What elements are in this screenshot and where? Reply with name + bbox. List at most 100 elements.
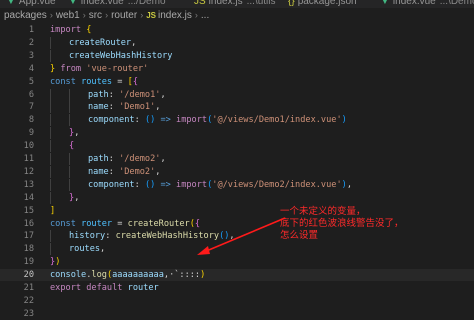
code-text: const routes = [{	[50, 76, 138, 88]
editor-tab-bar: ▼ App.vue ▼ index.vue .../Demo JS index.js ...\…	[0, 0, 474, 8]
code-token: createWebHashHistory	[69, 50, 173, 61]
line-number: 6	[28, 89, 34, 100]
tab-4[interactable]: {} package.json	[288, 0, 361, 8]
code-line[interactable]: 8 component: () => import('@/views/Demo1/…	[0, 114, 474, 127]
code-token: ,	[155, 102, 161, 113]
code-text: component: () => import('@/views/Demo1/i…	[50, 114, 347, 127]
code-line[interactable]: 13 component: () => import('@/views/Demo2…	[0, 178, 474, 191]
code-line[interactable]: 2 createRouter,	[0, 36, 474, 49]
code-line[interactable]: 3 createWebHashHistory	[0, 49, 474, 62]
code-token: :	[108, 166, 120, 177]
code-token: ,	[74, 128, 80, 139]
code-line[interactable]: 21 export default router	[0, 282, 474, 294]
breadcrumb-part[interactable]: src	[89, 10, 102, 21]
code-line[interactable]: 22	[0, 295, 474, 307]
code-token: import	[50, 25, 82, 35]
code-token: )	[55, 257, 61, 268]
line-number: 23	[23, 308, 34, 319]
tab-3[interactable]: JS index.js ...\utils	[194, 0, 275, 8]
code-text: history: createWebHashHistory(),	[50, 230, 235, 243]
code-token: const	[50, 218, 76, 229]
line-number: 15	[23, 205, 34, 216]
code-token: ()	[144, 179, 156, 190]
chevron-right-icon: ›	[105, 10, 109, 20]
code-token: :	[105, 231, 116, 242]
indent-guide	[69, 178, 88, 191]
code-line[interactable]: 6 path: '/demo1',	[0, 88, 474, 101]
breadcrumb-part[interactable]: router	[111, 10, 137, 21]
line-number: 11	[23, 154, 34, 164]
code-editor[interactable]: 1 import {2 createRouter, 3 createWebHashHis…	[0, 23, 474, 320]
code-token: component	[88, 115, 135, 126]
code-line[interactable]: 10 {	[0, 140, 474, 153]
code-line[interactable]: 23	[0, 308, 474, 320]
code-token: import	[176, 115, 208, 126]
tab-2[interactable]: ▼ index.vue .../Demo	[68, 0, 166, 8]
indent-guide	[50, 127, 69, 140]
code-line[interactable]: 11 path: '/demo2',	[0, 153, 474, 165]
code-line[interactable]: 18 routes,	[0, 243, 474, 256]
breadcrumb-part[interactable]: web1	[56, 10, 80, 21]
line-number: 10	[23, 141, 34, 152]
vue-icon: ▼	[380, 0, 390, 7]
line-number: 20	[23, 270, 34, 281]
code-token: {	[69, 141, 75, 152]
tab-1[interactable]: ▼ App.vue	[6, 0, 60, 8]
annotation-line-1: 一个未定义的变量，	[280, 206, 366, 217]
indent-guide	[50, 243, 69, 256]
code-token: path	[88, 154, 109, 164]
code-token: '/demo1'	[119, 89, 161, 100]
code-token: 'Demo1'	[119, 102, 156, 113]
chevron-right-icon: ›	[140, 10, 144, 20]
tab-description: ...\Demo1	[439, 0, 474, 7]
code-line[interactable]: 7 name: 'Demo1',	[0, 101, 474, 114]
code-token: from	[60, 63, 82, 74]
code-text: },	[50, 127, 80, 140]
line-number: 4	[28, 63, 34, 74]
code-text: routes,	[50, 243, 106, 256]
chevron-right-icon: ›	[194, 10, 198, 20]
code-line[interactable]: 1 import {	[0, 24, 474, 36]
line-number: 21	[23, 283, 34, 293]
code-token: createRouter	[127, 218, 190, 229]
code-token: ,	[100, 244, 106, 255]
code-token: :	[134, 179, 145, 190]
line-number: 17	[23, 231, 34, 242]
code-line[interactable]: 9},	[0, 127, 474, 140]
code-token: component	[88, 179, 135, 190]
code-line[interactable]: 20 console.log(aaaaaaaaaa,·`::::)	[0, 269, 474, 282]
breadcrumb-symbol[interactable]: ...	[201, 10, 209, 21]
line-number: 16	[23, 218, 34, 229]
breadcrumb-file[interactable]: index.js	[158, 10, 192, 21]
tab-5[interactable]: ▼index.vue...\Demo1	[380, 0, 474, 8]
code-token: ]	[50, 205, 56, 216]
line-number: 8	[28, 115, 34, 126]
code-token: const	[50, 76, 76, 87]
indent-guide	[50, 49, 69, 62]
code-line[interactable]: 12 name: 'Demo2',	[0, 165, 474, 178]
code-line[interactable]: 14},	[0, 191, 474, 204]
breadcrumb-part[interactable]: packages	[4, 10, 47, 21]
code-line[interactable]: 19})	[0, 256, 474, 268]
line-number: 18	[23, 244, 34, 255]
indent-guide	[50, 178, 69, 191]
code-line[interactable]: 5 const routes = [{	[0, 76, 474, 88]
indent-guide	[50, 114, 69, 127]
code-token: default	[86, 283, 123, 293]
line-number: 5	[28, 76, 34, 87]
code-token: aaaaaaaaaa	[112, 270, 164, 281]
tab-description: ...\utils	[246, 0, 276, 7]
line-number: 14	[23, 192, 34, 203]
line-number: 12	[23, 166, 34, 177]
code-text: {	[50, 140, 75, 153]
code-token: '/demo2'	[119, 154, 161, 164]
code-token: ,	[155, 166, 161, 177]
code-token: =>	[160, 179, 171, 190]
indent-guide	[69, 153, 88, 165]
code-token: ,	[229, 231, 235, 242]
code-text: console.log(aaaaaaaaaa,·`::::)	[50, 269, 205, 281]
code-line[interactable]: 4} from 'vue-router'	[0, 63, 474, 75]
indent-guide	[50, 230, 69, 243]
indent-guide	[69, 114, 88, 127]
code-text: ]	[50, 205, 55, 217]
